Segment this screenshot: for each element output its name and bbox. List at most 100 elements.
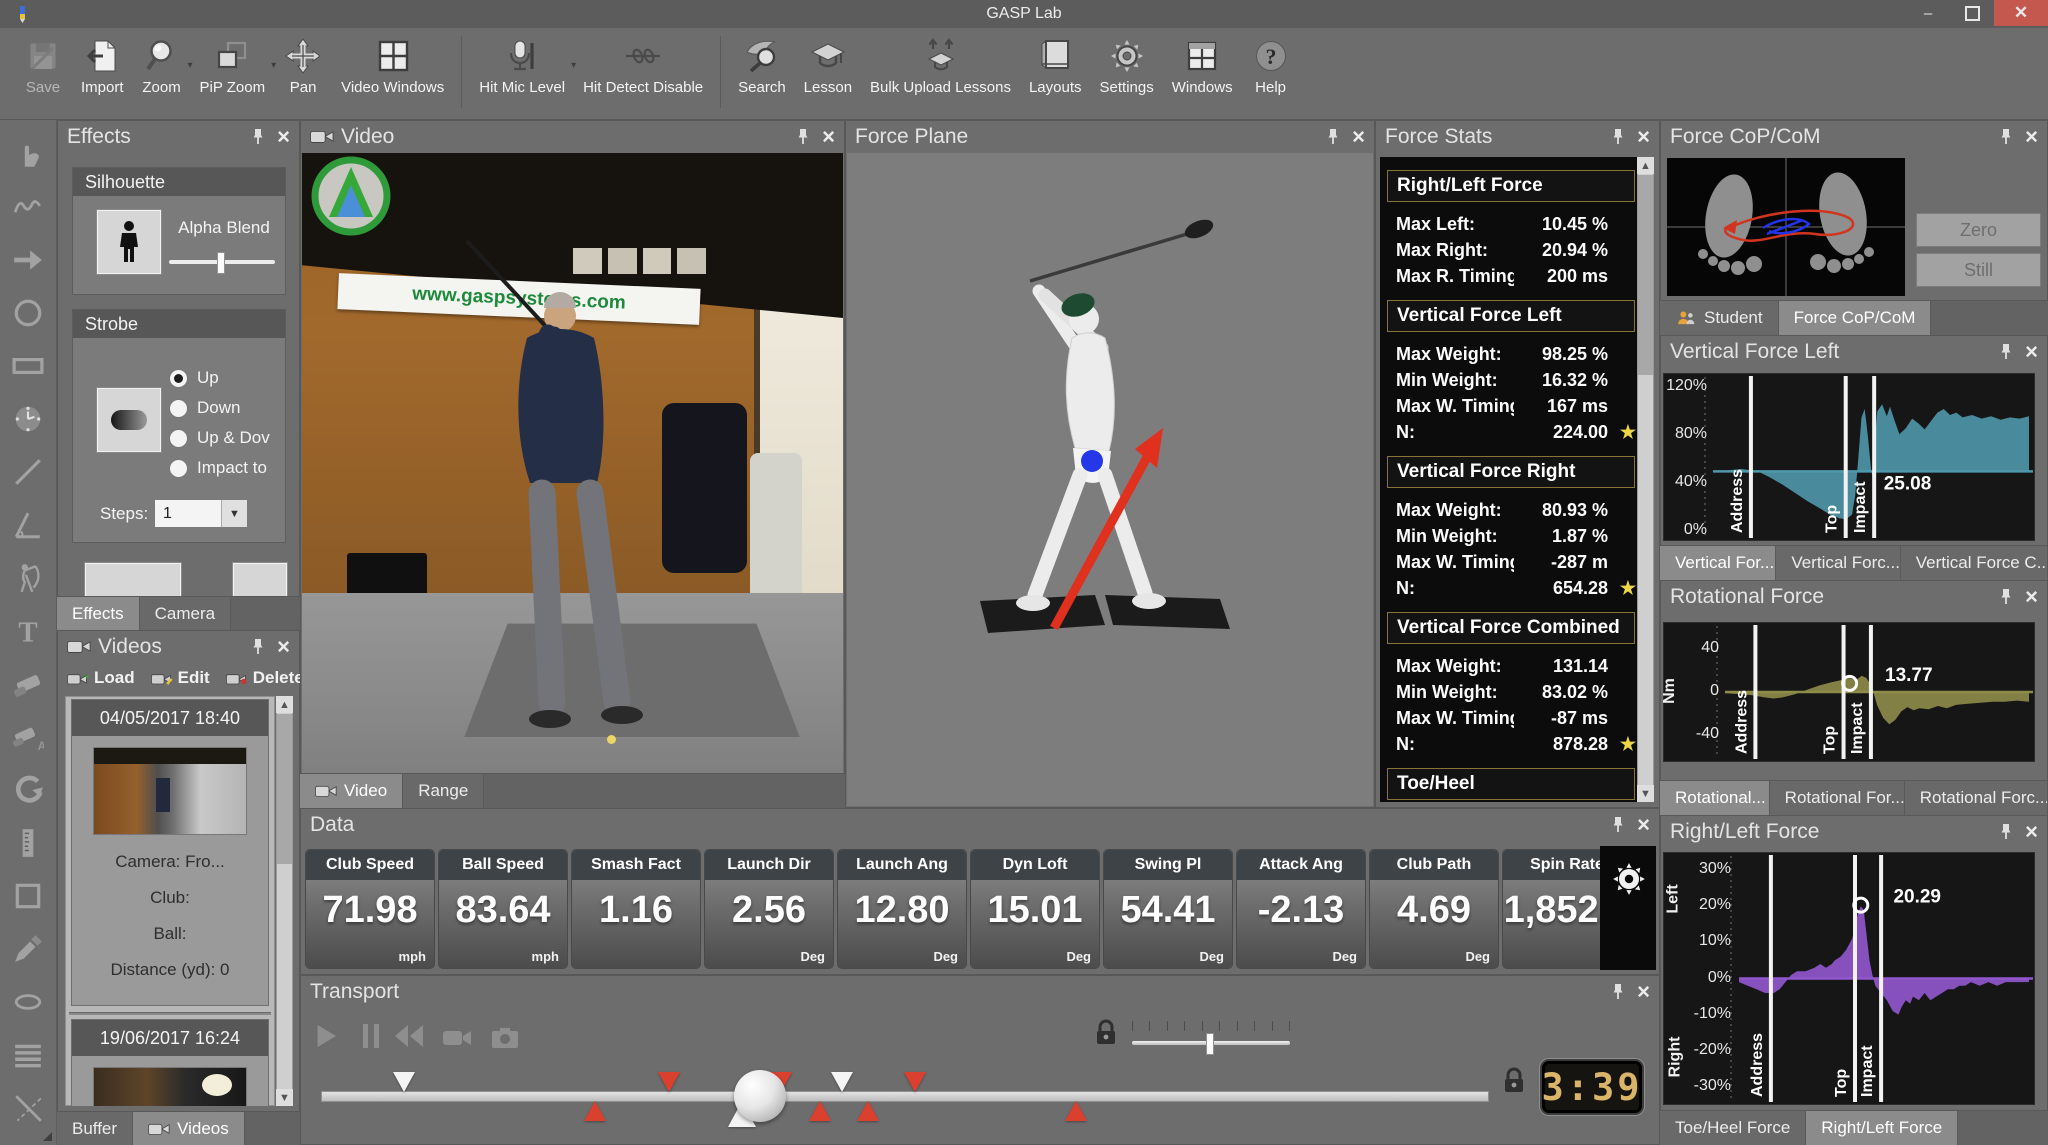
pin-icon[interactable] xyxy=(1611,983,1625,1000)
timeline-marker-red-up[interactable] xyxy=(1065,1101,1087,1121)
timeline-marker-white-down[interactable] xyxy=(393,1072,415,1092)
rewind-button[interactable] xyxy=(390,1017,428,1055)
close-icon[interactable]: × xyxy=(1352,126,1365,148)
close-icon[interactable]: × xyxy=(277,636,290,658)
golfer-tool[interactable] xyxy=(8,558,48,598)
steps-select[interactable]: 1 ▼ xyxy=(154,499,248,528)
timeline-marker-red-down[interactable] xyxy=(904,1072,926,1092)
cop-tab-1[interactable]: Force CoP/CoM xyxy=(1779,301,1932,335)
slider-thumb[interactable] xyxy=(1206,1033,1214,1055)
toolbar-pip-zoom-button[interactable]: PiP Zoom▾ xyxy=(200,34,266,96)
toolbar-settings-button[interactable]: Settings xyxy=(1100,34,1154,96)
video-list-item[interactable]: 19/06/2017 16:24 xyxy=(72,1020,268,1106)
video-tab-1[interactable]: Range xyxy=(403,774,484,808)
radio-icon[interactable] xyxy=(169,399,188,418)
vfl-tab-0[interactable]: Vertical For... xyxy=(1660,546,1776,580)
videos-scrollbar[interactable]: ▲ ▼ xyxy=(276,696,293,1106)
load-video-button[interactable]: +Load xyxy=(67,668,135,688)
toolbar-zoom-button[interactable]: Zoom▾ xyxy=(142,34,182,96)
radio-icon[interactable] xyxy=(169,459,188,478)
close-icon[interactable]: × xyxy=(822,126,835,148)
scroll-up-icon[interactable]: ▲ xyxy=(1637,157,1654,174)
angle-tool[interactable] xyxy=(8,505,48,545)
scroll-up-icon[interactable]: ▲ xyxy=(276,696,293,713)
freehand-draw-tool[interactable] xyxy=(8,187,48,227)
toolbar-save-button[interactable]: Save xyxy=(23,34,63,96)
close-icon[interactable]: × xyxy=(2025,341,2038,363)
scroll-down-icon[interactable]: ▼ xyxy=(1637,785,1654,802)
pause-button[interactable] xyxy=(352,1017,390,1055)
toolbar-import-button[interactable]: Import xyxy=(81,34,124,96)
pin-icon[interactable] xyxy=(1611,128,1625,145)
toolbar-layouts-button[interactable]: Layouts xyxy=(1029,34,1082,96)
toolbar-hit-detect-disable-button[interactable]: Hit Detect Disable xyxy=(583,34,703,96)
scrollbar-thumb[interactable] xyxy=(277,714,292,864)
close-button[interactable]: ✕ xyxy=(1994,0,2048,26)
play-button[interactable] xyxy=(308,1017,346,1055)
effects-tab-1[interactable]: Camera xyxy=(140,597,231,630)
close-icon[interactable]: × xyxy=(1637,814,1650,836)
square-tool[interactable] xyxy=(8,876,48,916)
delete-video-button[interactable]: Delete xyxy=(226,668,304,688)
close-icon[interactable]: × xyxy=(2025,586,2038,608)
rlf-tab-1[interactable]: Right/Left Force xyxy=(1806,1111,1958,1145)
slider-thumb[interactable] xyxy=(217,252,225,274)
ball-playhead[interactable] xyxy=(734,1070,786,1122)
video-thumbnail[interactable] xyxy=(94,1068,246,1106)
timeline-marker-white-down[interactable] xyxy=(831,1072,853,1092)
effects-tab-0[interactable]: Effects xyxy=(57,597,140,630)
rotate-tool[interactable] xyxy=(8,770,48,810)
timeline-marker-red-up[interactable] xyxy=(857,1101,879,1121)
video-capture-icon[interactable] xyxy=(438,1019,476,1057)
erase-all-tool[interactable]: A xyxy=(8,717,48,757)
cut-tool[interactable] xyxy=(8,1088,48,1128)
cop-tab-0[interactable]: Student xyxy=(1660,301,1779,335)
toolbar-windows-button[interactable]: Windows xyxy=(1172,34,1233,96)
vfl-tab-1[interactable]: Vertical Forc... xyxy=(1776,546,1900,580)
silhouette-button[interactable] xyxy=(97,210,161,274)
effects-extra-button-1[interactable] xyxy=(85,563,181,599)
zero-button[interactable]: Zero xyxy=(1917,214,2040,246)
edit-video-button[interactable]: Edit xyxy=(151,668,210,688)
strobe-button[interactable] xyxy=(97,388,161,452)
strobe-option-up-dov[interactable]: Up & Dov xyxy=(169,428,270,448)
scroll-down-icon[interactable]: ▼ xyxy=(276,1089,293,1106)
dropdown-caret-icon[interactable]: ▾ xyxy=(187,60,192,71)
radio-icon[interactable] xyxy=(169,429,188,448)
rot-tab-0[interactable]: Rotational... xyxy=(1660,781,1770,815)
pin-icon[interactable] xyxy=(251,638,265,655)
pin-icon[interactable] xyxy=(1611,816,1625,833)
toolbar-bulk-upload-lessons-button[interactable]: Bulk Upload Lessons xyxy=(870,34,1011,96)
toolbar-search-button[interactable]: Search xyxy=(738,34,786,96)
pin-icon[interactable] xyxy=(1999,588,2013,605)
strobe-option-up[interactable]: Up xyxy=(169,368,219,388)
video-list-item[interactable]: 04/05/2017 18:40Camera: Fro...Club:Ball:… xyxy=(72,700,268,1005)
eyedropper-tool[interactable] xyxy=(8,929,48,969)
alpha-blend-slider[interactable] xyxy=(169,260,275,264)
gear-icon[interactable] xyxy=(1610,860,1648,898)
rlf-tab-0[interactable]: Toe/Heel Force xyxy=(1660,1111,1806,1145)
time-lock-icon[interactable] xyxy=(1503,1067,1525,1099)
scrollbar-thumb[interactable] xyxy=(1638,175,1653,375)
dropdown-caret-icon[interactable]: ▾ xyxy=(571,60,576,71)
timeline-marker-red-up[interactable] xyxy=(584,1101,606,1121)
pin-icon[interactable] xyxy=(1999,823,2013,840)
toolbar-lesson-button[interactable]: Lesson xyxy=(804,34,852,96)
radio-icon[interactable] xyxy=(169,369,188,388)
toolbar-pan-button[interactable]: Pan xyxy=(283,34,323,96)
timeline-marker-red-down[interactable] xyxy=(658,1072,680,1092)
video-thumbnail[interactable] xyxy=(94,748,246,834)
vfl-tab-2[interactable]: Vertical Force C... xyxy=(1901,546,2048,580)
close-icon[interactable]: × xyxy=(1637,126,1650,148)
speed-slider[interactable] xyxy=(1132,1041,1290,1045)
line-tool[interactable] xyxy=(8,452,48,492)
rot-tab-2[interactable]: Rotational Forc... xyxy=(1905,781,2048,815)
force-plane-view[interactable] xyxy=(847,153,1373,806)
strobe-option-impact-to[interactable]: Impact to xyxy=(169,458,267,478)
still-button[interactable]: Still xyxy=(1917,254,2040,286)
toolbar-help-button[interactable]: ?Help xyxy=(1251,34,1291,96)
video-frame[interactable]: www.gaspsystems.com xyxy=(302,153,843,773)
pin-icon[interactable] xyxy=(251,128,265,145)
timeline-marker-red-up[interactable] xyxy=(809,1101,831,1121)
close-icon[interactable]: × xyxy=(277,126,290,148)
